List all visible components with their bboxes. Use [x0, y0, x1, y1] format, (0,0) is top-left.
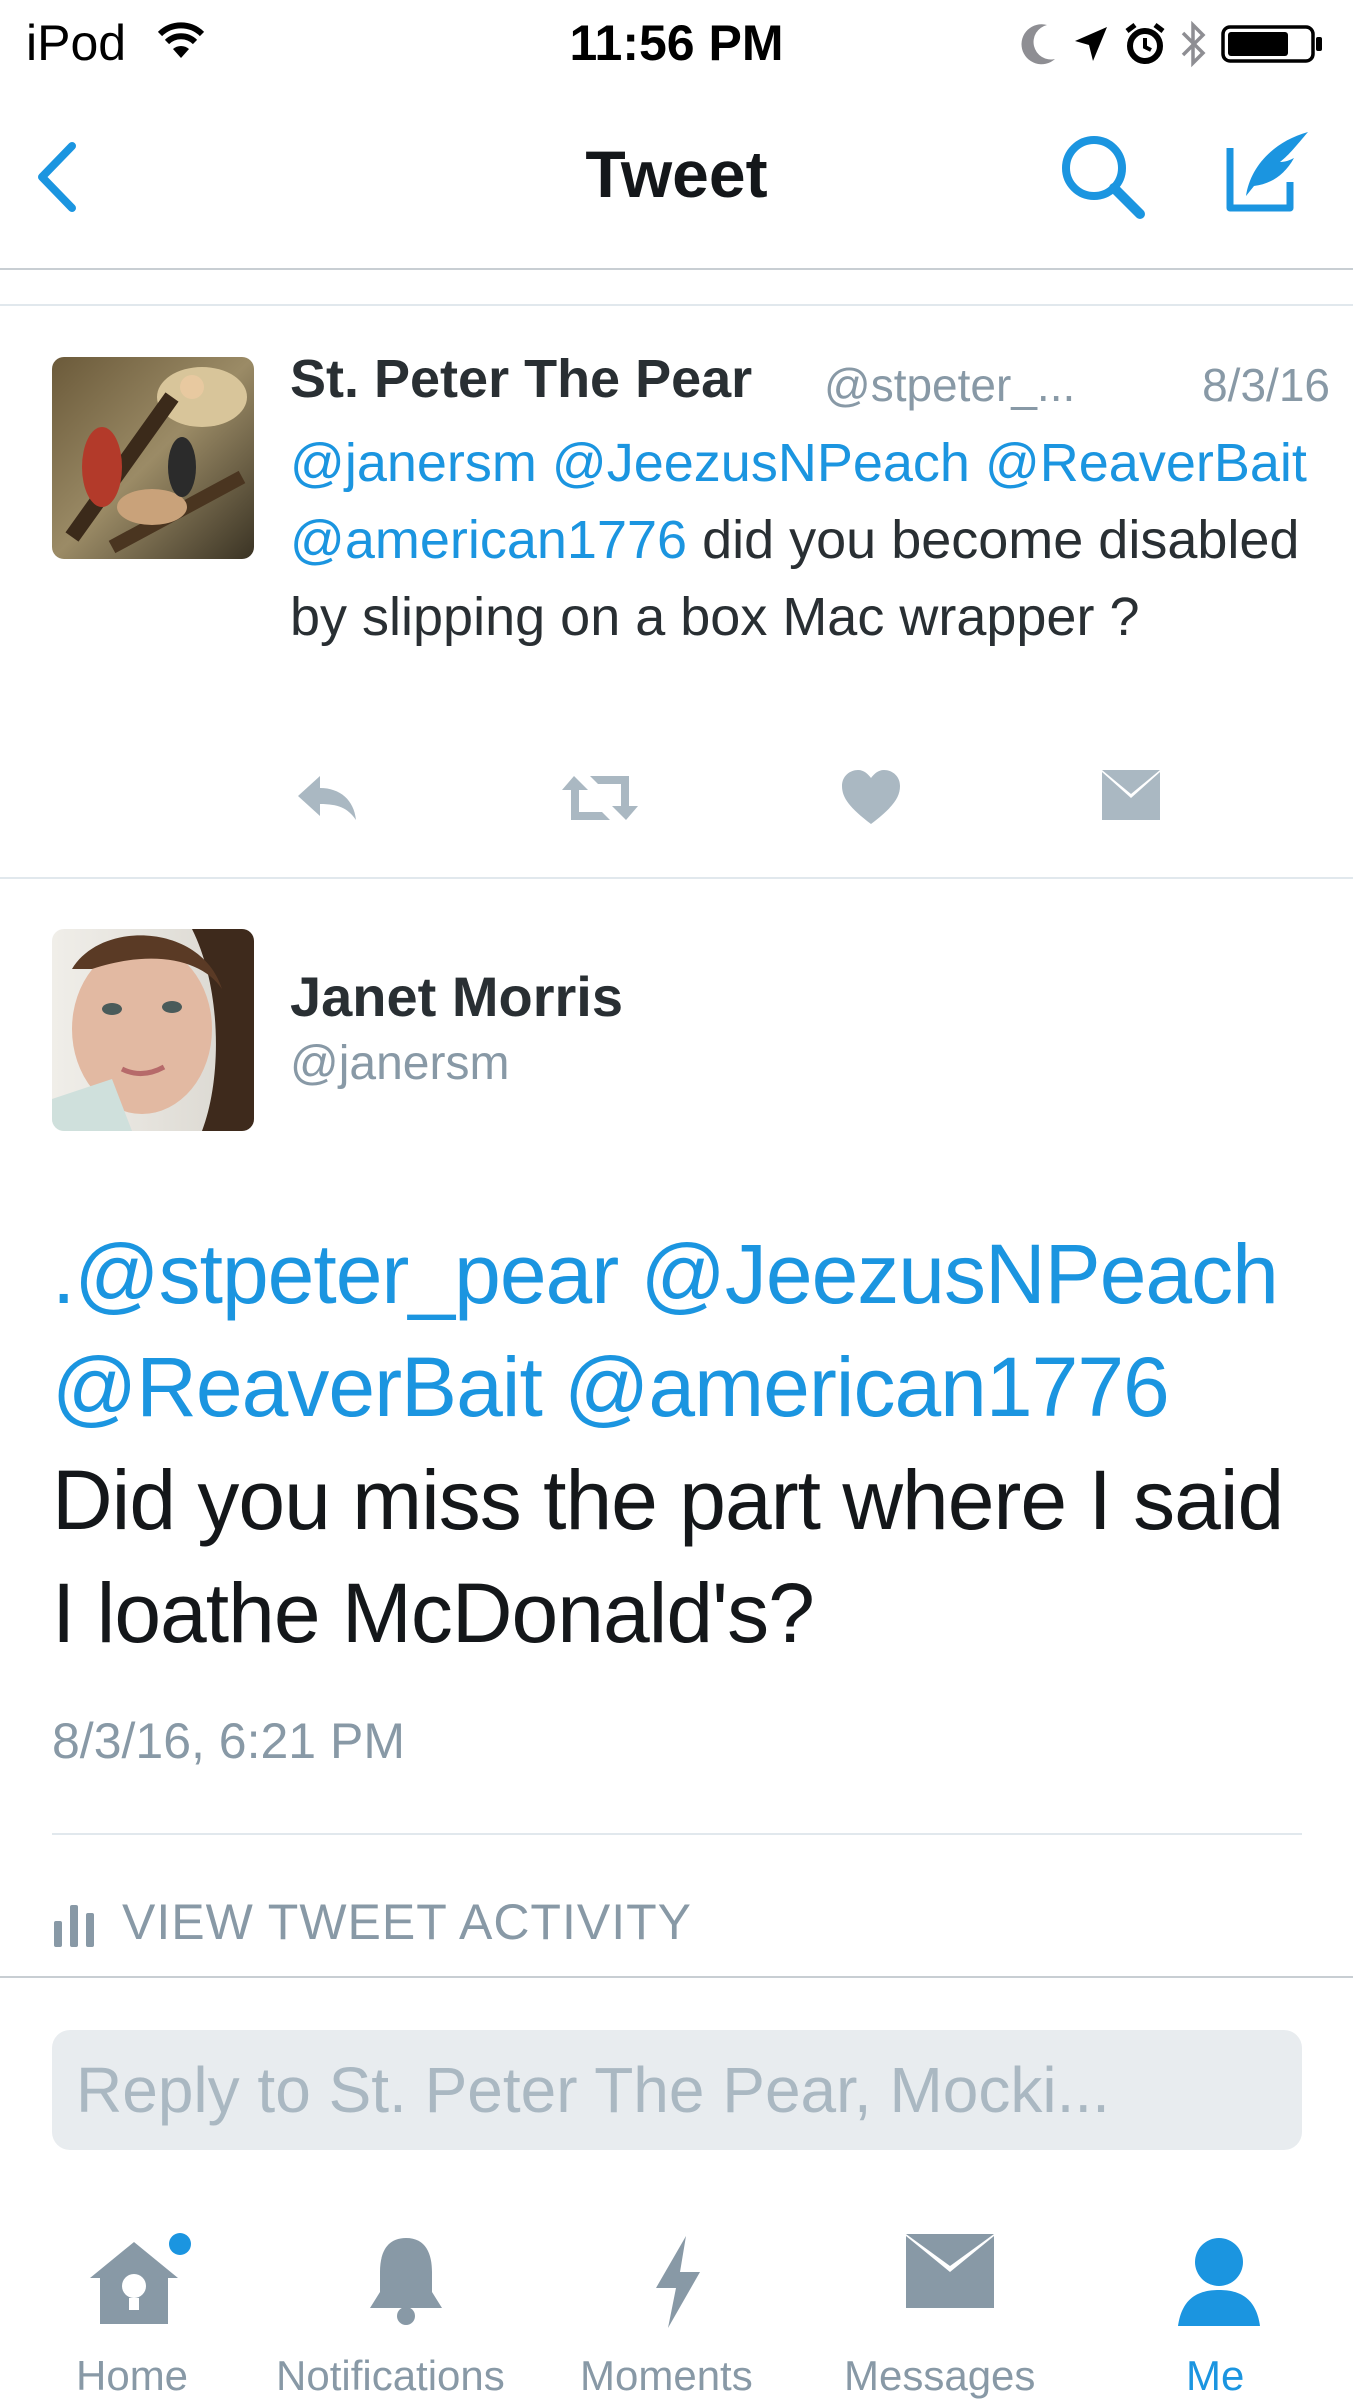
author-handle[interactable]: @stpeter_...: [824, 358, 1075, 412]
mention-link[interactable]: @JeezusNPeach: [641, 1227, 1279, 1321]
status-bar: iPod 11:56 PM: [0, 0, 1353, 84]
reply-icon[interactable]: [292, 768, 362, 828]
mention-link[interactable]: @janersm: [290, 433, 537, 493]
moon-icon: [1021, 24, 1055, 65]
person-icon: [1178, 2238, 1260, 2326]
tab-label: Home: [76, 2352, 189, 2399]
lightning-icon: [656, 2236, 700, 2328]
tab-messages[interactable]: Messages: [840, 2182, 1060, 2400]
battery-icon: [1221, 25, 1322, 63]
tab-home[interactable]: Home: [40, 2182, 230, 2400]
profile-photo: [52, 929, 254, 1131]
reply-composer: Reply to St. Peter The Pear, Mocki...: [0, 1976, 1353, 2182]
navigation-bar: Tweet: [0, 84, 1353, 270]
mention-link[interactable]: @ReaverBait: [985, 433, 1307, 493]
status-icons: [1019, 14, 1325, 74]
tab-bar: Home Notifications Moments Messages Me: [0, 2182, 1353, 2400]
main-tweet-text: .@stpeter_pear @JeezusNPeach @ReaverBait…: [52, 1218, 1312, 1670]
tab-label: Messages: [844, 2352, 1036, 2399]
reply-tweet-text: @janersm @JeezusNPeach @ReaverBait @amer…: [290, 425, 1310, 656]
author-handle[interactable]: @janersm: [290, 1036, 509, 1091]
divider: [0, 304, 1353, 306]
compose-tweet-icon[interactable]: [1210, 124, 1314, 224]
alarm-icon: [1125, 23, 1165, 64]
reply-tweet-header: St. Peter The Pear @stpeter_... 8/3/16: [290, 348, 1330, 418]
tweet-timestamp: 8/3/16, 6:21 PM: [52, 1713, 406, 1769]
divider: [52, 1833, 1302, 1835]
home-icon: [90, 2233, 191, 2324]
mention-link[interactable]: @ReaverBait: [52, 1340, 543, 1434]
tab-me[interactable]: Me: [1160, 2182, 1280, 2400]
bluetooth-icon: [1181, 20, 1206, 68]
tab-label: Moments: [580, 2352, 753, 2399]
tab-label: Me: [1186, 2352, 1245, 2399]
analytics-bars-icon: [54, 1905, 94, 1947]
tab-moments[interactable]: Moments: [580, 2182, 780, 2400]
bell-icon: [370, 2238, 442, 2325]
mention-link[interactable]: @american1776: [290, 510, 687, 570]
author-name[interactable]: St. Peter The Pear: [290, 348, 752, 410]
tweet-actions: [0, 768, 1353, 838]
activity-label: VIEW TWEET ACTIVITY: [122, 1894, 693, 1950]
tweet-body: Did you miss the part where I said I loa…: [52, 1453, 1284, 1660]
mention-link[interactable]: @JeezusNPeach: [552, 433, 970, 493]
like-heart-icon[interactable]: [840, 768, 902, 828]
direct-message-icon[interactable]: [1100, 768, 1162, 824]
retweet-icon[interactable]: [558, 768, 642, 828]
tab-notifications[interactable]: Notifications: [270, 2182, 530, 2400]
envelope-icon: [906, 2234, 994, 2308]
reply-input[interactable]: Reply to St. Peter The Pear, Mocki...: [52, 2030, 1302, 2150]
divider: [0, 877, 1353, 879]
avatar[interactable]: [52, 929, 254, 1131]
location-icon: [1075, 27, 1107, 61]
view-tweet-activity-button[interactable]: VIEW TWEET ACTIVITY: [52, 1892, 692, 1952]
avatar[interactable]: [52, 357, 254, 559]
mention-link[interactable]: @american1776: [564, 1340, 1170, 1434]
painting-avatar-image: [52, 357, 254, 559]
search-icon[interactable]: [1052, 128, 1152, 228]
tweet-date: 8/3/16: [1202, 359, 1330, 411]
mention-link[interactable]: .@stpeter_pear: [52, 1227, 619, 1321]
author-name[interactable]: Janet Morris: [290, 964, 623, 1029]
tab-label: Notifications: [276, 2352, 505, 2399]
